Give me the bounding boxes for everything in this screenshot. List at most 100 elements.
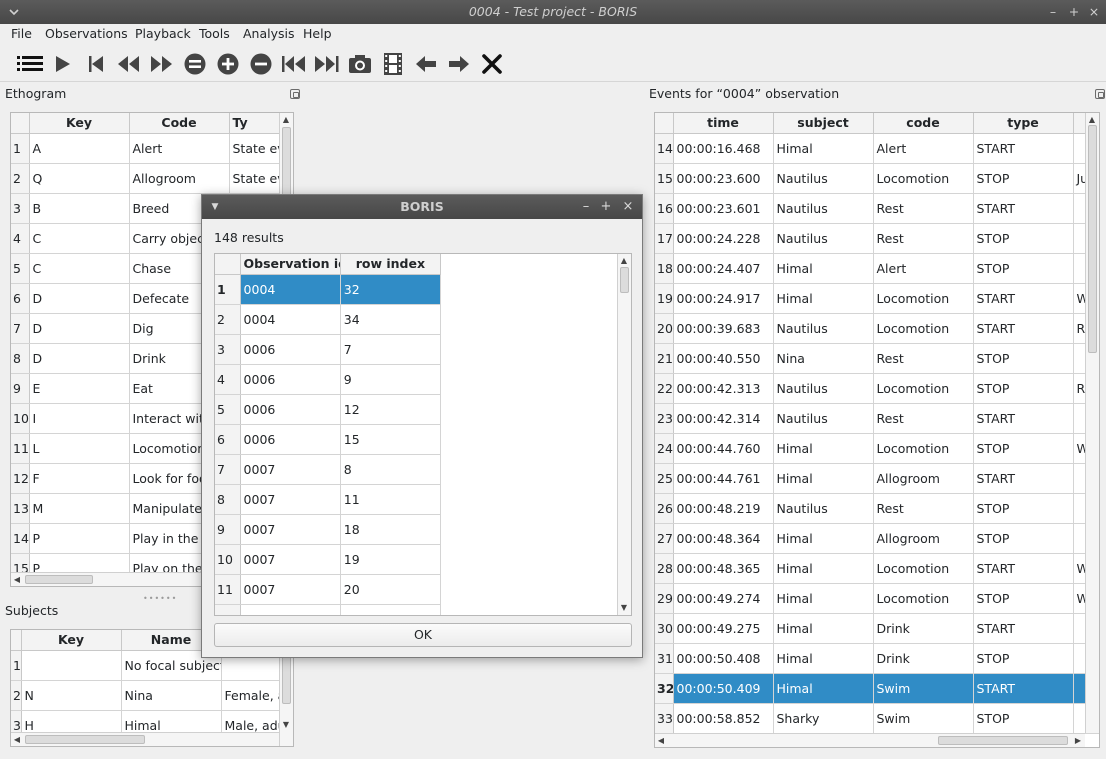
events-time-cell[interactable]: 00:00:48.364 <box>673 523 774 554</box>
events-type-cell[interactable]: STOP <box>973 703 1074 734</box>
close-icon[interactable]: × <box>1086 0 1102 24</box>
window-menu-icon[interactable] <box>6 0 22 24</box>
events-time-cell[interactable]: 00:00:24.407 <box>673 253 774 284</box>
events-code-cell[interactable]: Drink <box>873 643 974 674</box>
events-type-cell[interactable]: START <box>973 613 1074 644</box>
events-subject-cell[interactable]: Himal <box>773 583 874 614</box>
dialog-result-observation-id-cell[interactable]: 0007 <box>240 574 341 605</box>
events-row[interactable]: 30 00:00:49.275 Himal Drink START <box>655 613 1099 644</box>
dialog-result-observation-id-cell[interactable]: 0006 <box>240 334 341 365</box>
events-row[interactable]: 24 00:00:44.760 Himal Locomotion STOP W <box>655 433 1099 464</box>
events-code-cell[interactable]: Rest <box>873 403 974 434</box>
events-subject-cell[interactable]: Nautilus <box>773 493 874 524</box>
dialog-result-row-index-cell[interactable]: 11 <box>340 484 442 515</box>
ethogram-key-cell[interactable]: F <box>29 463 130 494</box>
dialog-result-row-index-cell[interactable]: 8 <box>340 454 442 485</box>
dialog-header-row-index[interactable]: row index <box>340 254 442 275</box>
events-subject-cell[interactable]: Nautilus <box>773 223 874 254</box>
events-code-cell[interactable]: Swim <box>873 703 974 734</box>
events-time-cell[interactable]: 00:00:49.275 <box>673 613 774 644</box>
events-row[interactable]: 27 00:00:48.364 Himal Allogroom STOP <box>655 523 1099 554</box>
events-time-cell[interactable]: 00:00:23.600 <box>673 163 774 194</box>
events-row-number[interactable]: 27 <box>655 523 674 554</box>
dialog-result-row-number[interactable]: 5 <box>215 394 241 425</box>
dialog-result-observation-id-cell[interactable]: 0004 <box>240 304 341 335</box>
events-code-cell[interactable]: Drink <box>873 613 974 644</box>
ethogram-row-number[interactable]: 4 <box>11 223 30 254</box>
list-icon[interactable] <box>16 50 44 78</box>
ethogram-code-cell[interactable]: Allogroom <box>129 163 230 194</box>
ethogram-key-cell[interactable]: D <box>29 343 130 374</box>
ethogram-key-cell[interactable]: D <box>29 313 130 344</box>
events-code-cell[interactable]: Alert <box>873 133 974 164</box>
dialog-result-row-index-cell[interactable]: 9 <box>340 364 442 395</box>
menu-tools[interactable]: Tools <box>199 26 230 41</box>
dialog-result-row[interactable]: 12000721 <box>215 604 442 615</box>
events-row-number[interactable]: 21 <box>655 343 674 374</box>
step-forward-icon[interactable] <box>445 50 473 78</box>
fast-forward-icon[interactable] <box>147 50 175 78</box>
dialog-result-row[interactable]: 5 0006 12 <box>215 394 442 425</box>
events-row-number[interactable]: 33 <box>655 703 674 734</box>
events-subject-cell[interactable]: Himal <box>773 253 874 284</box>
dialog-result-row-index-cell[interactable]: 12 <box>340 394 442 425</box>
events-row-number[interactable]: 20 <box>655 313 674 344</box>
events-header-subject[interactable]: subject <box>773 113 874 134</box>
ethogram-key-cell[interactable]: M <box>29 493 130 524</box>
dialog-result-observation-id-cell[interactable]: 0007 <box>240 454 341 485</box>
events-row[interactable]: 20 00:00:39.683 Nautilus Locomotion START R <box>655 313 1099 344</box>
events-row[interactable]: 28 00:00:48.365 Himal Locomotion START W <box>655 553 1099 584</box>
ethogram-row-number[interactable]: 5 <box>11 253 30 284</box>
events-type-cell[interactable]: STOP <box>973 373 1074 404</box>
ethogram-row-number[interactable]: 7 <box>11 313 30 344</box>
dialog-result-row-number[interactable]: 7 <box>215 454 241 485</box>
subjects-row[interactable]: 2 N Nina Female, a <box>11 680 293 711</box>
ethogram-row-number[interactable]: 14 <box>11 523 30 554</box>
events-type-cell[interactable]: START <box>973 463 1074 494</box>
events-table[interactable]: time subject code type 14 00:00:16.468 Him… <box>654 112 1100 748</box>
events-type-cell[interactable]: STOP <box>973 253 1074 284</box>
ethogram-row-number[interactable]: 2 <box>11 163 30 194</box>
dialog-vscrollbar[interactable]: ▲ ▼ <box>617 254 631 615</box>
events-row[interactable]: 15 00:00:23.600 Nautilus Locomotion STOP Ju <box>655 163 1099 194</box>
events-code-cell[interactable]: Locomotion <box>873 313 974 344</box>
events-subject-cell[interactable]: Himal <box>773 133 874 164</box>
events-time-cell[interactable]: 00:00:24.228 <box>673 223 774 254</box>
events-subject-cell[interactable]: Himal <box>773 283 874 314</box>
dialog-minimize-icon[interactable]: – <box>579 195 593 219</box>
events-row[interactable]: 33 00:00:58.852 Sharky Swim STOP <box>655 703 1099 734</box>
events-time-cell[interactable]: 00:00:24.917 <box>673 283 774 314</box>
events-subject-cell[interactable]: Nautilus <box>773 193 874 224</box>
dialog-result-row-index-cell[interactable]: 21 <box>340 604 442 615</box>
events-type-cell[interactable]: STOP <box>973 583 1074 614</box>
ethogram-row-number[interactable]: 3 <box>11 193 30 224</box>
events-row-number[interactable]: 32 <box>655 673 674 704</box>
dialog-result-row[interactable]: 1 0004 32 <box>215 274 442 305</box>
rewind-icon[interactable] <box>115 50 143 78</box>
events-code-cell[interactable]: Locomotion <box>873 163 974 194</box>
events-row[interactable]: 14 00:00:16.468 Himal Alert START <box>655 133 1099 164</box>
events-subject-cell[interactable]: Himal <box>773 643 874 674</box>
events-row[interactable]: 23 00:00:42.314 Nautilus Rest START <box>655 403 1099 434</box>
dock-splitter[interactable]: •••••• <box>143 594 177 603</box>
events-subject-cell[interactable]: Nina <box>773 343 874 374</box>
events-row-number[interactable]: 14 <box>655 133 674 164</box>
dialog-results-table[interactable]: Observation id row index 1 0004 32 2 0004 34 3… <box>214 253 632 616</box>
dialog-result-row[interactable]: 4 0006 9 <box>215 364 442 395</box>
events-time-cell[interactable]: 00:00:50.408 <box>673 643 774 674</box>
dialog-result-row-index-cell[interactable]: 20 <box>340 574 442 605</box>
events-time-cell[interactable]: 00:00:42.313 <box>673 373 774 404</box>
events-code-cell[interactable]: Locomotion <box>873 373 974 404</box>
dialog-menu-icon[interactable]: ▼ <box>208 195 222 219</box>
dialog-result-observation-id-cell[interactable]: 0007 <box>240 544 341 575</box>
speed-up-icon[interactable] <box>214 50 242 78</box>
events-type-cell[interactable]: START <box>973 403 1074 434</box>
dialog-result-row-number[interactable]: 9 <box>215 514 241 545</box>
dialog-result-observation-id-cell[interactable]: 0006 <box>240 424 341 455</box>
events-row-number[interactable]: 17 <box>655 223 674 254</box>
ethogram-row-number[interactable]: 9 <box>11 373 30 404</box>
events-type-cell[interactable]: STOP <box>973 643 1074 674</box>
ethogram-key-cell[interactable]: E <box>29 373 130 404</box>
ethogram-row-number[interactable]: 1 <box>11 133 30 164</box>
events-vscroll-thumb[interactable] <box>1088 125 1097 353</box>
